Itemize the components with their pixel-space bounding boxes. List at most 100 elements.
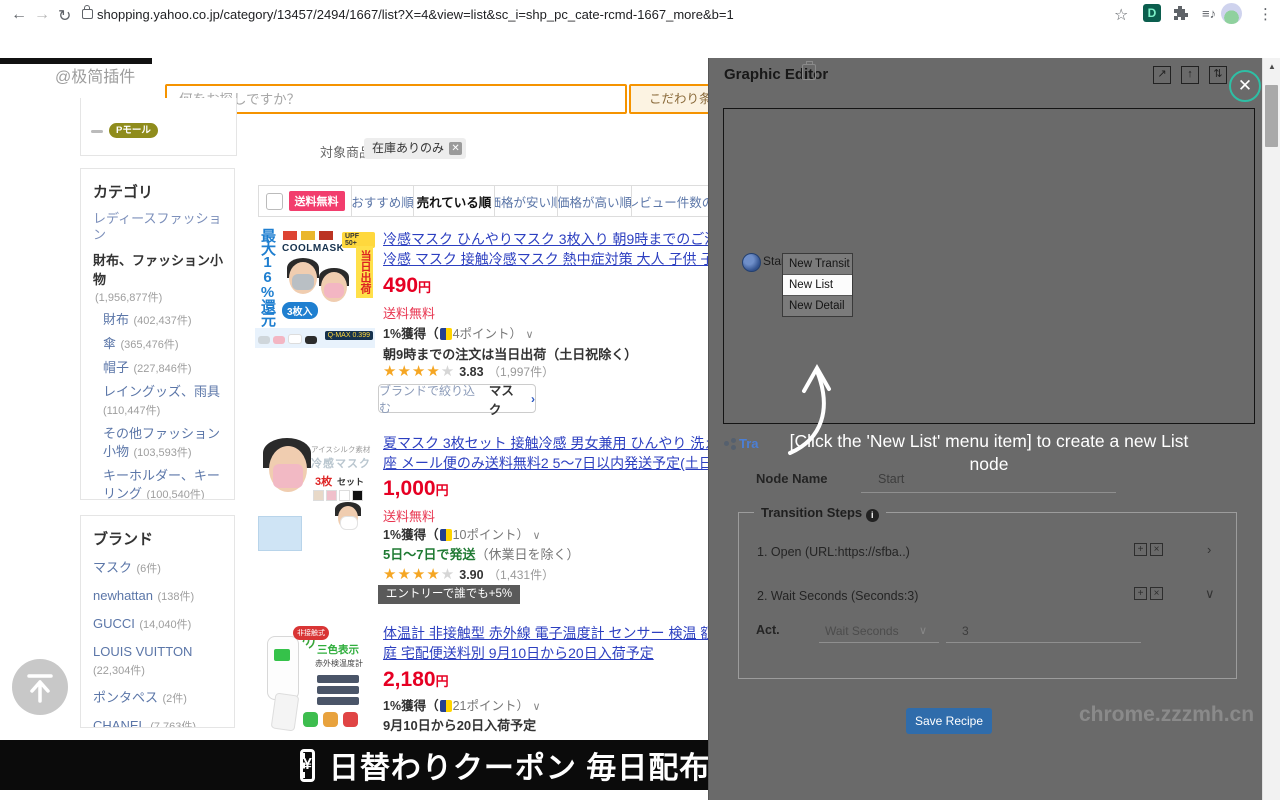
category-item[interactable]: その他ファッション小物 (103,593件) <box>103 425 227 461</box>
menu-dots-icon[interactable]: ⋮ <box>1258 5 1273 23</box>
menu-item-new-detail[interactable]: New Detail <box>783 296 852 316</box>
coupon-banner[interactable]: ¥ 日替わりクーポン 毎日配布中! <box>0 740 708 790</box>
category-item[interactable]: 財布 (402,437件) <box>103 311 227 329</box>
extension-d-icon[interactable]: D <box>1143 4 1161 22</box>
remove-step-icon[interactable]: × <box>1150 543 1163 556</box>
add-step-icon[interactable]: + <box>1134 543 1147 556</box>
product-title[interactable]: 冷感マスク ひんやりマスク 3枚入り 朝9時までのご注文は 冷感 マスク 接触冷… <box>383 229 709 269</box>
paypay-point-icon <box>440 700 452 712</box>
pink-mask-shape <box>273 464 303 488</box>
product-image[interactable]: 非接触式 三色表示 赤外検温度計 <box>255 622 375 740</box>
step-row-1[interactable]: 1. Open (URL:https://sfba..) <box>757 543 910 561</box>
close-icon[interactable]: ✕ <box>449 142 462 155</box>
product-price: 2,180円 <box>383 668 449 692</box>
extensions-puzzle-icon[interactable] <box>1172 5 1188 21</box>
info-icon[interactable]: i <box>866 509 879 522</box>
search-input[interactable] <box>167 86 649 112</box>
free-shipping-label: 送料無料 <box>383 303 435 322</box>
product-title[interactable]: 夏マスク 3枚セット 接触冷感 男女兼用 ひんやり 洗える 速 座 メール便のみ… <box>383 433 709 473</box>
product-title[interactable]: 体温計 非接触型 赤外線 電子温度計 センサー 検温 額 おで 庭 宅配便送料別… <box>383 623 709 663</box>
sort-best-selling[interactable]: 売れている順 <box>413 186 494 216</box>
page-scrollbar[interactable]: ▲ <box>1262 58 1280 800</box>
brand-filter-button[interactable]: ブランドで絞り込むマスク› <box>378 384 536 413</box>
watermark-top-left: @极简插件 <box>55 63 135 87</box>
star-icons: ★★★★ <box>383 566 441 583</box>
badge-shape <box>283 231 297 240</box>
forward-icon[interactable]: → <box>34 6 50 24</box>
close-button[interactable]: ✕ <box>1229 70 1261 102</box>
brand-item[interactable]: マスク (6件) <box>93 559 225 577</box>
points-line: 1%獲得（10ポイント） ∨ <box>383 524 541 543</box>
avatar[interactable] <box>1221 3 1242 24</box>
menu-item-new-transit[interactable]: New Transit <box>783 254 852 275</box>
input-underline <box>946 642 1141 643</box>
brand-item[interactable]: newhattan (138件) <box>93 587 225 605</box>
display-label: 三色表示 <box>317 642 359 657</box>
chevron-right-icon[interactable]: › <box>1207 542 1211 557</box>
tab-list-icon[interactable]: ≡♪ <box>1202 6 1216 21</box>
chevron-down-icon[interactable]: ∨ <box>532 701 540 713</box>
action-select[interactable]: Wait Seconds <box>825 624 899 638</box>
thermometer-screen <box>274 649 290 661</box>
chevron-down-icon[interactable]: ∨ <box>919 624 927 637</box>
dash-icon <box>91 130 103 133</box>
category-item[interactable]: キーホルダー、キーリング (100,540件) <box>103 467 227 500</box>
brand-item[interactable]: ポンタペス (2件) <box>93 689 225 707</box>
annotation-text: [Click the 'New List' menu item] to crea… <box>729 430 1249 476</box>
sort-review-count[interactable]: レビュー件数の <box>631 186 709 216</box>
chevron-down-icon[interactable]: ∨ <box>1205 586 1215 602</box>
stock-filter-chip[interactable]: 在庫ありのみ✕ <box>364 138 466 159</box>
node-name-label: Node Name <box>756 471 828 486</box>
brand-item[interactable]: GUCCI (14,040件) <box>93 615 225 633</box>
brand-item[interactable]: LOUIS VUITTON (22,304件) <box>93 643 225 679</box>
brand-label: COOLMASK <box>282 243 344 254</box>
mini-mask-shape <box>273 336 285 344</box>
scroll-up-icon[interactable]: ▲ <box>1263 58 1280 75</box>
dark-strip <box>0 58 152 64</box>
brand-item[interactable]: CHANEL (7,763件) <box>93 717 225 728</box>
star-empty-icon: ★ <box>441 566 455 583</box>
category-item[interactable]: 傘 (365,476件) <box>103 335 227 353</box>
product-image[interactable]: アイスシルク素材 冷感マスク 3枚 セット <box>255 432 375 552</box>
start-node-icon[interactable] <box>742 253 761 272</box>
reload-icon[interactable]: ↻ <box>58 6 71 26</box>
product-price: 1,000円 <box>383 477 449 501</box>
back-icon[interactable]: ← <box>11 6 27 24</box>
back-to-top-button[interactable] <box>12 659 68 715</box>
seconds-input[interactable]: 3 <box>962 624 969 638</box>
node-name-input[interactable]: Start <box>878 472 904 486</box>
url-bar[interactable]: shopping.yahoo.co.jp/category/13457/2494… <box>97 7 734 22</box>
menu-item-new-list[interactable]: New List <box>783 275 852 296</box>
scrollbar-thumb[interactable] <box>1265 85 1278 147</box>
product-name-label: 冷感マスク <box>311 455 371 471</box>
bookmarks-bar: Apps Entries Search Tools Sites <box>0 30 1280 59</box>
add-step-icon[interactable]: + <box>1134 587 1147 600</box>
mini-mask-shape <box>258 336 270 344</box>
chevron-down-icon[interactable]: ∨ <box>532 530 540 542</box>
split-view-icon[interactable]: ⇅ <box>1209 66 1227 84</box>
browser-toolbar: ← → ↻ shopping.yahoo.co.jp/category/1345… <box>0 0 1280 30</box>
sort-recommended[interactable]: おすすめ順 <box>351 186 413 216</box>
category-item[interactable]: 帽子 (227,846件) <box>103 359 227 377</box>
free-shipping-filter[interactable]: 送料無料 <box>259 186 351 216</box>
clipboard-icon[interactable] <box>802 64 816 80</box>
graphic-editor-panel: Graphic Editor ↗ ↑ ⇅ ✕ Start New Transit… <box>708 58 1263 800</box>
entry-bonus-badge: エントリーで誰でも+5% <box>378 585 520 604</box>
sort-price-high[interactable]: 価格が高い順 <box>557 186 631 216</box>
sort-price-low[interactable]: 価格が安い順 <box>494 186 557 216</box>
export-icon[interactable]: ↑ <box>1181 66 1199 84</box>
category-parent-link[interactable]: レディースファッション <box>93 211 225 243</box>
chevron-down-icon[interactable]: ∨ <box>526 329 534 341</box>
editor-canvas[interactable]: Start New Transit New List New Detail <box>723 108 1255 424</box>
save-recipe-button[interactable]: Save Recipe <box>906 708 992 734</box>
product-image[interactable]: 最大16%還元 COOLMASK UPF 50+ 当日出荷 3枚入 Q-MAX … <box>255 228 375 348</box>
bookmark-star-icon[interactable]: ☆ <box>1114 5 1128 25</box>
qmax-badge: Q-MAX 0.399 <box>325 331 373 340</box>
step-row-2[interactable]: 2. Wait Seconds (Seconds:3) <box>757 587 918 605</box>
remove-step-icon[interactable]: × <box>1150 587 1163 600</box>
checkbox[interactable] <box>266 193 283 210</box>
brand-title: ブランド <box>93 528 234 549</box>
screen: ← → ↻ shopping.yahoo.co.jp/category/1345… <box>0 0 1280 800</box>
fullscreen-icon[interactable]: ↗ <box>1153 66 1171 84</box>
category-item[interactable]: レイングッズ、雨具 (110,447件) <box>103 383 227 419</box>
